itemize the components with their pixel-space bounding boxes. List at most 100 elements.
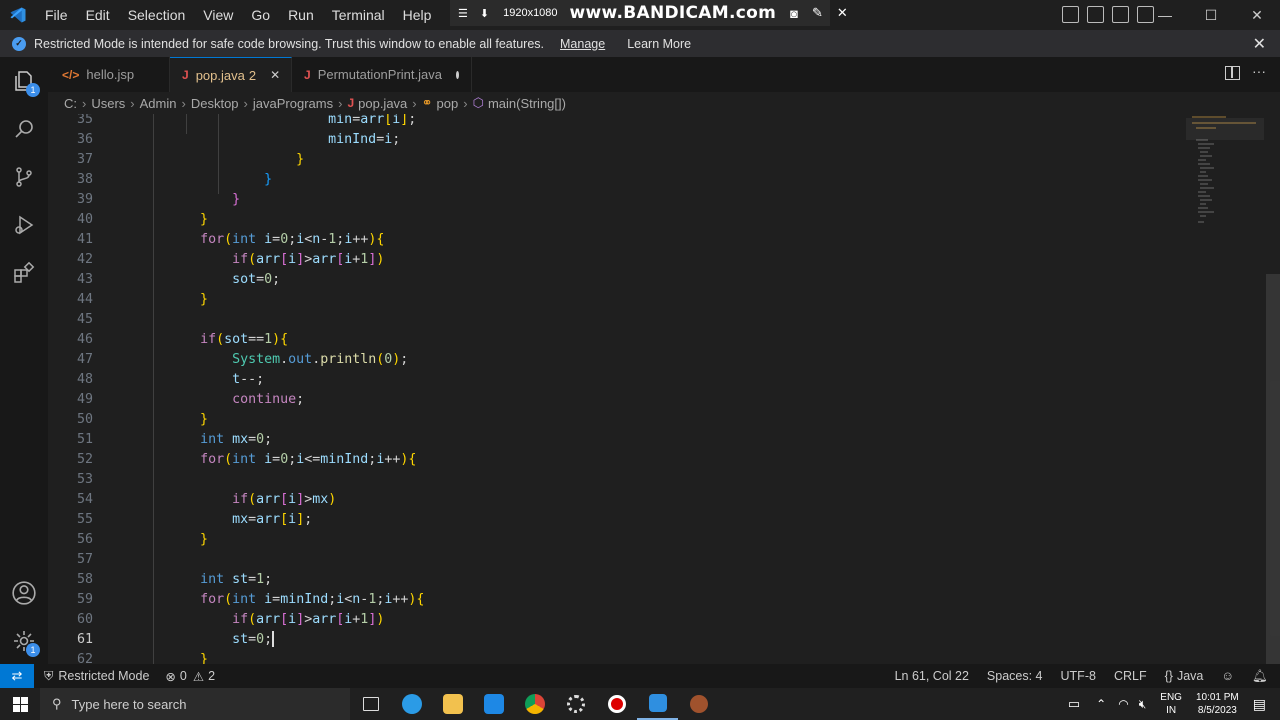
menu-item-run[interactable]: Run: [279, 0, 323, 30]
error-count[interactable]: 0: [180, 669, 187, 683]
manage-gear-icon[interactable]: 1: [0, 617, 48, 665]
breadcrumb-item[interactable]: main(String[]): [488, 96, 566, 111]
banner-close-icon[interactable]: ✕: [1253, 34, 1266, 54]
breadcrumb-item[interactable]: pop: [437, 96, 459, 111]
code-line[interactable]: 60 if(arr[i]>arr[i+1]): [48, 610, 1198, 630]
accounts-icon[interactable]: [0, 569, 48, 617]
toggle-panel-icon[interactable]: [1087, 6, 1104, 23]
tab-pop-java[interactable]: J hello.jsp pop.java 2 ✕: [170, 57, 292, 92]
code-line[interactable]: 45: [48, 310, 1198, 330]
remote-indicator-icon[interactable]: ⇄: [0, 664, 34, 688]
language-braces-icon[interactable]: {}: [1165, 669, 1173, 683]
input-language[interactable]: ENG IN: [1160, 691, 1182, 717]
code-line[interactable]: 46 if(sot==1){: [48, 330, 1198, 350]
vscode-taskbar-icon[interactable]: [637, 688, 678, 720]
file-explorer-icon[interactable]: [432, 688, 473, 720]
code-line[interactable]: 54 if(arr[i]>mx): [48, 490, 1198, 510]
tab-permutationprint-java[interactable]: J PermutationPrint.java: [292, 57, 472, 92]
code-line[interactable]: 58 int st=1;: [48, 570, 1198, 590]
restricted-mode-icon[interactable]: ⛨: [44, 669, 53, 684]
tab-hello-jsp[interactable]: </> hello.jsp: [48, 57, 170, 92]
error-icon[interactable]: ⊗: [165, 669, 175, 684]
toggle-secondary-sidebar-icon[interactable]: [1112, 6, 1129, 23]
code-line[interactable]: 39 }: [48, 190, 1198, 210]
code-editor[interactable]: 35 min=arr[i]; 36 minInd=i; 37 } 38 } 39 } 40…: [48, 114, 1280, 664]
feedback-icon[interactable]: ☺: [1221, 669, 1234, 683]
source-control-icon[interactable]: [0, 153, 48, 201]
close-icon[interactable]: ✕: [837, 5, 848, 21]
language-mode[interactable]: Java: [1177, 669, 1203, 683]
window-close-icon[interactable]: ✕: [1234, 7, 1280, 24]
code-line[interactable]: 36 minInd=i;: [48, 130, 1198, 150]
settings-gear-icon[interactable]: [555, 688, 596, 720]
code-line[interactable]: 51 int mx=0;: [48, 430, 1198, 450]
pencil-icon[interactable]: ✎: [812, 5, 823, 21]
notifications-bell-icon[interactable]: 🔔︎: [1252, 669, 1268, 684]
code-line[interactable]: 61 st=0;: [48, 630, 1198, 650]
maximize-icon[interactable]: ☐: [1188, 7, 1234, 24]
code-line[interactable]: 43 sot=0;: [48, 270, 1198, 290]
minimize-icon[interactable]: —: [1142, 7, 1188, 23]
indentation[interactable]: Spaces: 4: [987, 669, 1043, 683]
code-line[interactable]: 44 }: [48, 290, 1198, 310]
code-line[interactable]: 37 }: [48, 150, 1198, 170]
menu-item-go[interactable]: Go: [242, 0, 279, 30]
volume-icon[interactable]: 🔇︎: [1139, 697, 1147, 712]
warning-count[interactable]: 2: [208, 669, 215, 683]
encoding[interactable]: UTF-8: [1061, 669, 1096, 683]
vertical-scrollbar[interactable]: [1266, 274, 1280, 664]
cursor-position[interactable]: Ln 61, Col 22: [895, 669, 969, 683]
code-line[interactable]: 47 System.out.println(0);: [48, 350, 1198, 370]
edge-browser-icon[interactable]: [391, 688, 432, 720]
camera-icon[interactable]: ◙: [790, 6, 798, 21]
run-debug-icon[interactable]: [0, 201, 48, 249]
manage-link[interactable]: Manage: [560, 37, 605, 51]
app-taskbar-icon[interactable]: [678, 688, 719, 720]
notification-center-icon[interactable]: ▤: [1253, 696, 1266, 713]
menu-item-view[interactable]: View: [194, 0, 242, 30]
unsaved-dot-icon[interactable]: [455, 70, 459, 79]
code-line[interactable]: 35 min=arr[i];: [48, 114, 1198, 130]
menu-item-edit[interactable]: Edit: [77, 0, 119, 30]
breadcrumb-item[interactable]: pop.java: [358, 96, 407, 111]
breadcrumb-item[interactable]: C:: [64, 96, 77, 111]
extensions-icon[interactable]: [0, 249, 48, 297]
menu-item-terminal[interactable]: Terminal: [323, 0, 394, 30]
code-line[interactable]: 40 }: [48, 210, 1198, 230]
explorer-icon[interactable]: 1: [0, 57, 48, 105]
code-line[interactable]: 42 if(arr[i]>arr[i+1]): [48, 250, 1198, 270]
learn-more-link[interactable]: Learn More: [627, 37, 691, 51]
taskbar-search-box[interactable]: ⚲ Type here to search: [40, 688, 350, 720]
mail-icon[interactable]: [473, 688, 514, 720]
tab-close-icon[interactable]: ✕: [270, 68, 280, 82]
code-line[interactable]: 59 for(int i=minInd;i<n-1;i++){: [48, 590, 1198, 610]
chrome-icon[interactable]: [514, 688, 555, 720]
code-line[interactable]: 62 }: [48, 650, 1198, 664]
code-line[interactable]: 52 for(int i=0;i<=minInd;i++){: [48, 450, 1198, 470]
tray-overflow-icon[interactable]: ⌃: [1096, 697, 1106, 711]
task-view-icon[interactable]: [350, 688, 391, 720]
windows-start-icon[interactable]: [0, 688, 40, 720]
code-line[interactable]: 56 }: [48, 530, 1198, 550]
taskbar-clock[interactable]: 10:01 PM 8/5/2023: [1196, 691, 1239, 717]
wifi-icon[interactable]: ◠: [1118, 697, 1128, 711]
bandicam-record-icon[interactable]: [596, 688, 637, 720]
code-line[interactable]: 55 mx=arr[i];: [48, 510, 1198, 530]
breadcrumb-item[interactable]: Desktop: [191, 96, 239, 111]
code-line[interactable]: 53: [48, 470, 1198, 490]
code-line[interactable]: 57: [48, 550, 1198, 570]
end-of-line[interactable]: CRLF: [1114, 669, 1147, 683]
minimap[interactable]: [1186, 114, 1266, 254]
more-actions-icon[interactable]: ···: [1252, 63, 1266, 79]
breadcrumb-item[interactable]: javaPrograms: [253, 96, 333, 111]
code-line[interactable]: 50 }: [48, 410, 1198, 430]
breadcrumb-item[interactable]: Admin: [140, 96, 177, 111]
pin-icon[interactable]: ⬇: [480, 7, 489, 20]
list-icon[interactable]: ☰: [458, 7, 468, 20]
breadcrumb-item[interactable]: Users: [91, 96, 125, 111]
split-editor-icon[interactable]: [1225, 66, 1240, 80]
code-line[interactable]: 38 }: [48, 170, 1198, 190]
menu-item-help[interactable]: Help: [394, 0, 441, 30]
code-line[interactable]: 49 continue;: [48, 390, 1198, 410]
battery-icon[interactable]: ▭: [1068, 696, 1080, 712]
